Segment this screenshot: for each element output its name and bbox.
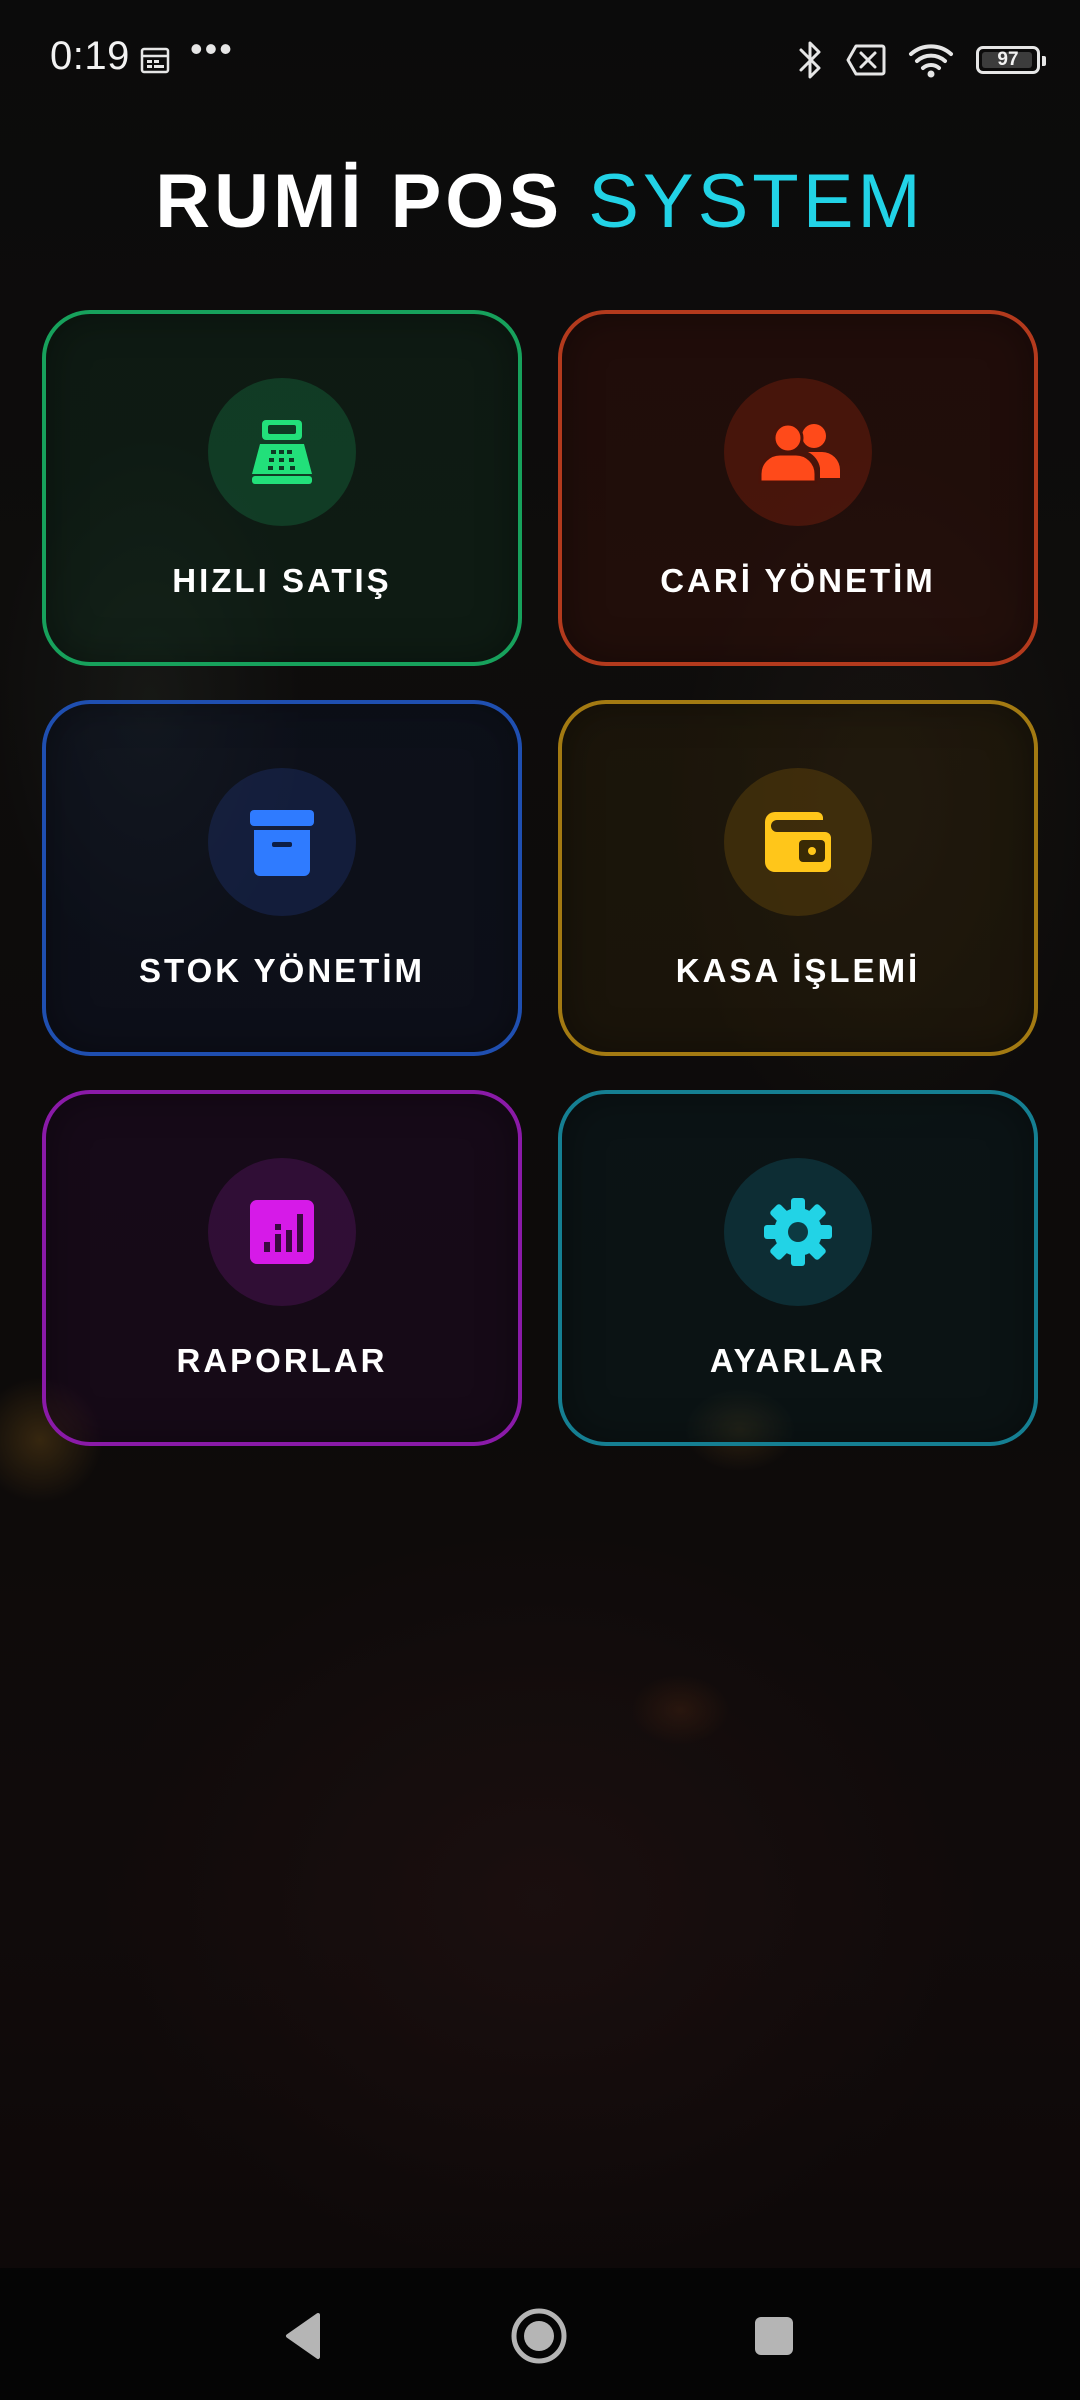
more-dots-icon: ••• bbox=[190, 28, 234, 69]
archive-box-icon bbox=[250, 810, 314, 876]
users-icon bbox=[758, 422, 840, 484]
battery-icon: 97 bbox=[976, 46, 1046, 74]
menu-tile-ayarlar[interactable]: AYARLAR bbox=[558, 1090, 1038, 1446]
back-button[interactable] bbox=[264, 2298, 340, 2374]
status-bar: 0:19 ••• 97 bbox=[0, 0, 1080, 120]
back-icon bbox=[286, 2313, 320, 2359]
recents-icon bbox=[755, 2317, 793, 2355]
menu-tile-label: KASA İŞLEMİ bbox=[675, 952, 921, 989]
wifi-icon bbox=[909, 44, 953, 78]
cash-register-icon bbox=[252, 420, 312, 484]
menu-tile-raporlar[interactable]: RAPORLAR bbox=[42, 1090, 522, 1446]
menu-tile-icon-circle bbox=[724, 378, 872, 526]
menu-tile-label: STOK YÖNETİM bbox=[139, 952, 425, 989]
menu-grid: HIZLI SATIŞ CARİ YÖNETİM STOK YÖNETİM KA… bbox=[42, 310, 1038, 1446]
status-icons: 97 bbox=[798, 36, 1046, 84]
wallet-icon bbox=[765, 812, 831, 872]
menu-tile-icon-circle bbox=[208, 768, 356, 916]
recents-button[interactable] bbox=[736, 2298, 812, 2374]
menu-tile-kasa-islemi[interactable]: KASA İŞLEMİ bbox=[558, 700, 1038, 1056]
home-icon bbox=[511, 2308, 567, 2364]
status-time: 0:19 bbox=[50, 34, 130, 78]
app-title-light: SYSTEM bbox=[588, 159, 925, 244]
menu-tile-icon-circle bbox=[724, 1158, 872, 1306]
bar-chart-icon bbox=[250, 1200, 314, 1264]
gear-icon bbox=[764, 1198, 832, 1266]
app-title-bold: RUMİ POS bbox=[155, 159, 564, 244]
menu-tile-stok-yonetim[interactable]: STOK YÖNETİM bbox=[42, 700, 522, 1056]
menu-tile-cari-yonetim[interactable]: CARİ YÖNETİM bbox=[558, 310, 1038, 666]
menu-tile-label: AYARLAR bbox=[709, 1342, 887, 1379]
menu-tile-label: RAPORLAR bbox=[176, 1342, 388, 1379]
app-title: RUMİ POS SYSTEM bbox=[0, 158, 1080, 245]
menu-tile-icon-circle bbox=[208, 1158, 356, 1306]
calendar-icon bbox=[140, 47, 170, 74]
bluetooth-icon bbox=[799, 41, 821, 79]
navigation-bar bbox=[0, 2268, 1080, 2400]
menu-tile-icon-circle bbox=[724, 768, 872, 916]
home-button[interactable] bbox=[501, 2298, 577, 2374]
menu-tile-hizli-satis[interactable]: HIZLI SATIŞ bbox=[42, 310, 522, 666]
battery-level-text: 97 bbox=[997, 49, 1019, 70]
menu-tile-label: HIZLI SATIŞ bbox=[172, 562, 392, 599]
menu-tile-icon-circle bbox=[208, 378, 356, 526]
menu-tile-label: CARİ YÖNETİM bbox=[660, 562, 936, 599]
no-sim-icon bbox=[846, 44, 886, 76]
